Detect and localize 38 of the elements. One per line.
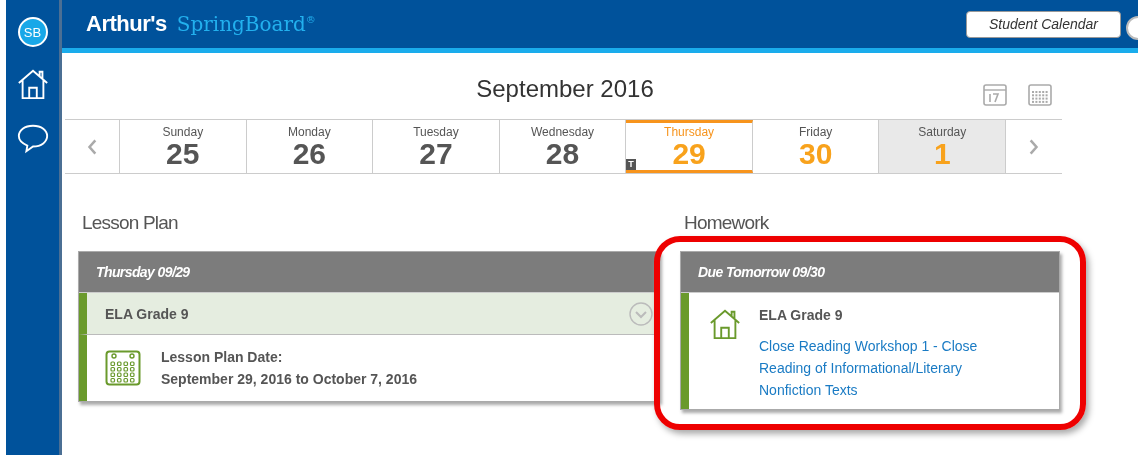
course-name: ELA Grade 9: [105, 305, 189, 322]
brand-product: SpringBoard$^{®}$: [176, 12, 316, 36]
weekday-label: Saturday: [918, 124, 967, 139]
chevron-left-icon: [87, 137, 97, 156]
date-range: September 29, 2016 to October 7, 2016: [161, 371, 417, 387]
day-tab[interactable]: Saturday 1: [879, 120, 1006, 173]
expand-icon[interactable]: [629, 301, 653, 326]
logo: SB: [17, 17, 48, 47]
weekday-label: Wednesday: [530, 124, 595, 139]
today-badge: T: [626, 159, 636, 170]
day-number: 29: [672, 138, 706, 169]
date-label: Lesson Plan Date:: [161, 349, 284, 365]
day-view-icon[interactable]: [982, 81, 1008, 107]
day-number: 27: [419, 138, 453, 169]
weekday-label: Thursday: [664, 124, 715, 139]
day-number: 30: [799, 138, 833, 169]
month-title: September 2016: [476, 74, 654, 103]
card-header: Due Tomorrow 09/30: [681, 252, 1059, 293]
weekday-label: Friday: [799, 124, 833, 139]
day-number: 25: [166, 138, 200, 169]
chevron-right-icon: [1029, 137, 1040, 156]
weekday-label: Monday: [288, 124, 331, 139]
weekday-label: Tuesday: [413, 124, 459, 139]
brand-name: Arthur's: [86, 11, 167, 37]
calendar-icon: [105, 350, 141, 386]
assignment-link[interactable]: Close Reading Workshop 1 - Close Reading of Informational/Literary Nonfiction Texts: [759, 335, 1014, 401]
course-name: ELA Grade 9: [759, 307, 844, 323]
section-title: Lesson Plan: [82, 212, 179, 234]
day-number: 28: [545, 138, 580, 169]
section-title: Homework: [684, 212, 770, 234]
home-icon[interactable]: [15, 67, 50, 101]
home-icon: [707, 307, 743, 341]
day-number: 1: [933, 138, 951, 169]
day-tab[interactable]: Thursday T 29: [626, 120, 753, 173]
student-calendar-button[interactable]: Student Calendar: [966, 10, 1121, 38]
month-view-icon[interactable]: [1027, 81, 1053, 107]
weekday-label: Sunday: [162, 124, 204, 139]
day-number: 26: [292, 138, 327, 169]
